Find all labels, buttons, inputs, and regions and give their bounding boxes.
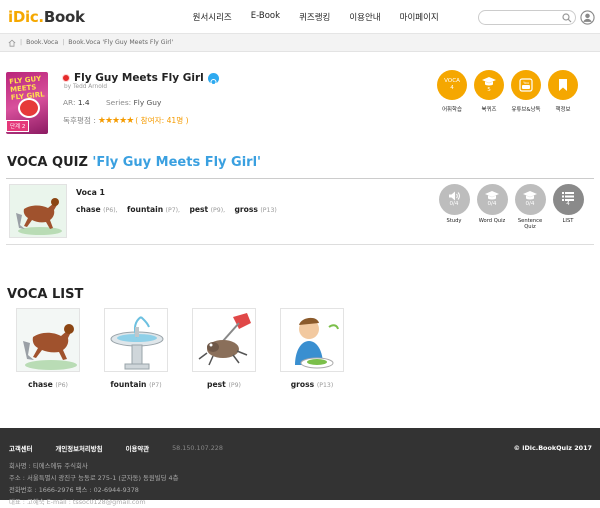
ar-label: AR: [63,98,76,107]
level-badge: 단계 2 [6,120,30,132]
voca-image-pest [192,308,256,372]
site-header: iDic.Book 원서시리즈 E-Book 퀴즈랭킹 이용안내 마이페이지 [0,0,600,34]
voca-set-thumbnail[interactable] [9,184,67,238]
graduation-cap-icon [523,191,537,200]
voca-word: fountain [110,380,147,389]
book-title: Fly Guy Meets Fly Girl [74,72,204,84]
voca-list: chase (P6) fountain (P7) pest (P9) gross… [16,308,344,389]
rating-stars: ★★★★★ [97,115,134,126]
voca-page: (P7) [149,382,162,389]
cover-illustration [18,98,40,118]
word-quiz-label: Word Quiz [478,218,506,224]
nav-item-series[interactable]: 원서시리즈 [193,11,232,23]
voca-card-chase[interactable]: chase (P6) [16,308,80,389]
study-button[interactable]: 0/4 Study [438,184,470,230]
voca-set-title[interactable]: Voca 1 [76,188,105,197]
voca-icon: VOCA 4 [437,70,467,100]
breadcrumb-item[interactable]: Book.Voca [26,39,58,46]
series-value[interactable]: Fly Guy [134,98,162,107]
voca-image-fountain [104,308,168,372]
youtube-reading-label: 유튜브&낭독 [511,107,541,113]
study-label: Study [446,218,462,224]
book-action-buttons: VOCA 4 어휘학습 5 북퀴즈 You 유튜브&낭독 책정보 [436,70,579,113]
youtube-icon: You [519,78,533,92]
vocab-study-button[interactable]: VOCA 4 어휘학습 [436,70,468,113]
footer-links: 고객센터 개인정보처리방침 이용약관 58.150.107.228 [9,444,246,453]
footer-link-privacy[interactable]: 개인정보처리방침 [56,444,103,453]
svg-text:You: You [523,81,529,85]
breadcrumb-separator: | [20,39,23,46]
series-label: Series: [105,98,132,107]
voca-card-pest[interactable]: pest (P9) [192,308,256,389]
voca-word-list: chase (P6), fountain (P7), pest (P9), gr… [76,205,277,214]
voca-page: (P9) [228,382,241,389]
rating-participants: ( 참여자: 41명 ) [135,116,189,125]
word-pest: pest [189,205,209,214]
nav-item-guide[interactable]: 이용안내 [349,11,380,23]
audio-icon[interactable] [207,72,219,85]
divider [6,178,594,179]
book-meta: AR: 1.4 Series: Fly Guy [63,98,161,107]
sentence-quiz-label: Sentence Quiz [517,218,543,230]
voca-image-gross [280,308,344,372]
youtube-reading-button[interactable]: You 유튜브&낭독 [510,70,542,113]
voca-list-heading: VOCA LIST [7,287,84,302]
footer-ip: 58.150.107.228 [172,444,223,452]
nav-item-ebook[interactable]: E-Book [251,11,280,23]
book-author: by Tedd Arnold [64,84,108,90]
home-icon[interactable] [8,39,16,47]
word-list-button[interactable]: 4 LIST [552,184,584,230]
voca-page: (P13) [316,382,334,389]
nav-item-quiz-ranking[interactable]: 퀴즈랭킹 [299,11,330,23]
voca-card-gross[interactable]: gross (P13) [280,308,344,389]
record-dot-icon [62,74,70,82]
book-info-label: 책정보 [555,107,571,113]
voca-page: (P6) [55,382,68,389]
list-icon [562,192,574,201]
breadcrumb: | Book.Voca | Book.Voca 'Fly Guy Meets F… [0,34,600,52]
voca-card-fountain[interactable]: fountain (P7) [104,308,168,389]
sentence-quiz-button[interactable]: 0/4 Sentence Quiz [514,184,546,230]
word-gross: gross [234,205,258,214]
footer-company-info: 회사명 : 티에스에듀 주식회사 주소 : 서울특별시 광진구 능동로 275-… [9,462,179,506]
search-icon[interactable] [562,13,572,23]
ar-value: 1.4 [77,98,90,107]
main-nav: 원서시리즈 E-Book 퀴즈랭킹 이용안내 마이페이지 [193,11,458,23]
voca-image-chase [16,308,80,372]
footer-copyright: © iDic.BookQuiz 2017 [513,444,592,452]
graduation-cap-icon [485,191,499,200]
book-cover[interactable]: FLY GUY MEETS FLY GIRL 단계 2 [6,72,48,134]
vocab-study-label: 어휘학습 [442,107,462,113]
word-fountain: fountain [127,205,164,214]
search-input[interactable] [478,10,576,25]
breadcrumb-current: Book.Voca 'Fly Guy Meets Fly Girl' [68,39,174,46]
user-icon[interactable] [580,10,595,25]
voca-word: pest [207,380,226,389]
word-quiz-button[interactable]: 0/4 Word Quiz [476,184,508,230]
voca-word: gross [290,380,315,389]
breadcrumb-separator: | [62,39,65,46]
footer-link-support[interactable]: 고객센터 [9,444,33,453]
word-chase: chase [76,205,101,214]
site-footer: 고객센터 개인정보처리방침 이용약관 58.150.107.228 © iDic… [0,428,600,506]
book-rating: 독후평점 : ★★★★★ ( 참여자: 41명 ) [63,115,189,126]
book-title-row: Fly Guy Meets Fly Girl [62,72,219,85]
footer-link-terms[interactable]: 이용약관 [126,444,150,453]
divider [6,244,594,245]
site-logo[interactable]: iDic.Book [8,8,85,26]
bookmark-icon [559,79,567,91]
book-info-button[interactable]: 책정보 [547,70,579,113]
book-quiz-button[interactable]: 5 북퀴즈 [473,70,505,113]
voca-quiz-heading: VOCA QUIZ 'Fly Guy Meets Fly Girl' [7,155,262,170]
rating-label: 독후평점 : [63,116,96,125]
word-list-label: LIST [562,218,574,224]
book-quiz-label: 북퀴즈 [481,107,497,113]
graduation-cap-icon [482,76,496,85]
speaker-icon [449,191,460,201]
quiz-mode-buttons: 0/4 Study 0/4 Word Quiz 0/4 Sentence Qui… [438,184,584,230]
voca-word: chase [28,380,53,389]
nav-item-mypage[interactable]: 마이페이지 [400,11,439,23]
